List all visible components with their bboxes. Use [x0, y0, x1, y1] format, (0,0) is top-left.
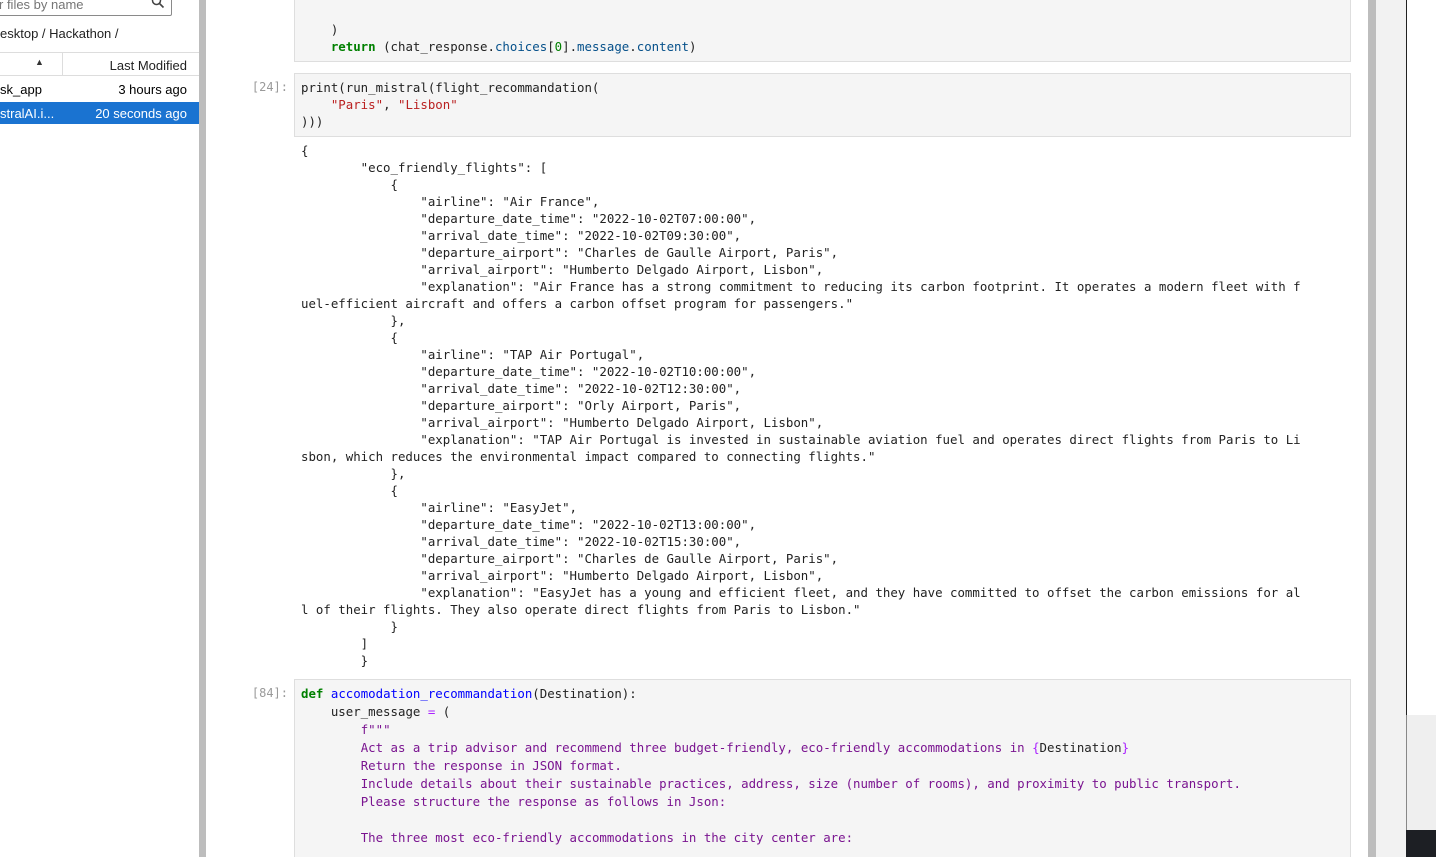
last-modified-column-header[interactable]: Last Modified	[110, 58, 187, 73]
file-browser: r files by name esktop / Hackathon / ▲ L…	[0, 0, 199, 857]
cell-output: { "eco_friendly_flights": [ { "airline":…	[301, 142, 1361, 669]
code-text: def accomodation_recommandation(Destinat…	[301, 686, 1241, 845]
window-edge-lower	[1406, 715, 1436, 830]
file-row-selected[interactable]: stralAI.i... 20 seconds ago	[0, 102, 199, 124]
file-filter-input[interactable]: r files by name	[0, 0, 172, 16]
window-edge	[1406, 0, 1436, 715]
right-sidebar	[1376, 0, 1406, 857]
file-name: stralAI.i...	[0, 106, 55, 121]
code-text: print(run_mistral(flight_recommandation(…	[301, 80, 600, 129]
search-icon	[151, 0, 165, 9]
breadcrumb[interactable]: esktop / Hackathon /	[0, 26, 119, 41]
dock-edge	[1406, 830, 1436, 857]
panel-splitter[interactable]	[199, 0, 206, 857]
column-divider[interactable]	[62, 53, 63, 75]
file-modified: 3 hours ago	[118, 82, 187, 97]
cell-prompt: [24]:	[251, 80, 288, 94]
file-name: sk_app	[0, 82, 42, 97]
sort-ascending-icon[interactable]: ▲	[35, 57, 44, 67]
notebook-panel: ) return (chat_response.choices[0].messa…	[206, 0, 1368, 857]
output-text: { "eco_friendly_flights": [ { "airline":…	[301, 143, 1301, 668]
file-filter-placeholder: r files by name	[0, 0, 84, 12]
code-cell-editor[interactable]: def accomodation_recommandation(Destinat…	[294, 679, 1351, 857]
code-cell-editor[interactable]: print(run_mistral(flight_recommandation(…	[294, 73, 1351, 137]
file-list-header: ▲ Last Modified	[0, 52, 199, 76]
file-modified: 20 seconds ago	[95, 106, 187, 121]
code-cell-editor[interactable]: ) return (chat_response.choices[0].messa…	[294, 0, 1351, 62]
scrollbar-track[interactable]	[1368, 0, 1376, 857]
code-text: ) return (chat_response.choices[0].messa…	[330, 22, 697, 54]
cell-prompt: [84]:	[251, 686, 288, 700]
file-row[interactable]: sk_app 3 hours ago	[0, 78, 199, 100]
